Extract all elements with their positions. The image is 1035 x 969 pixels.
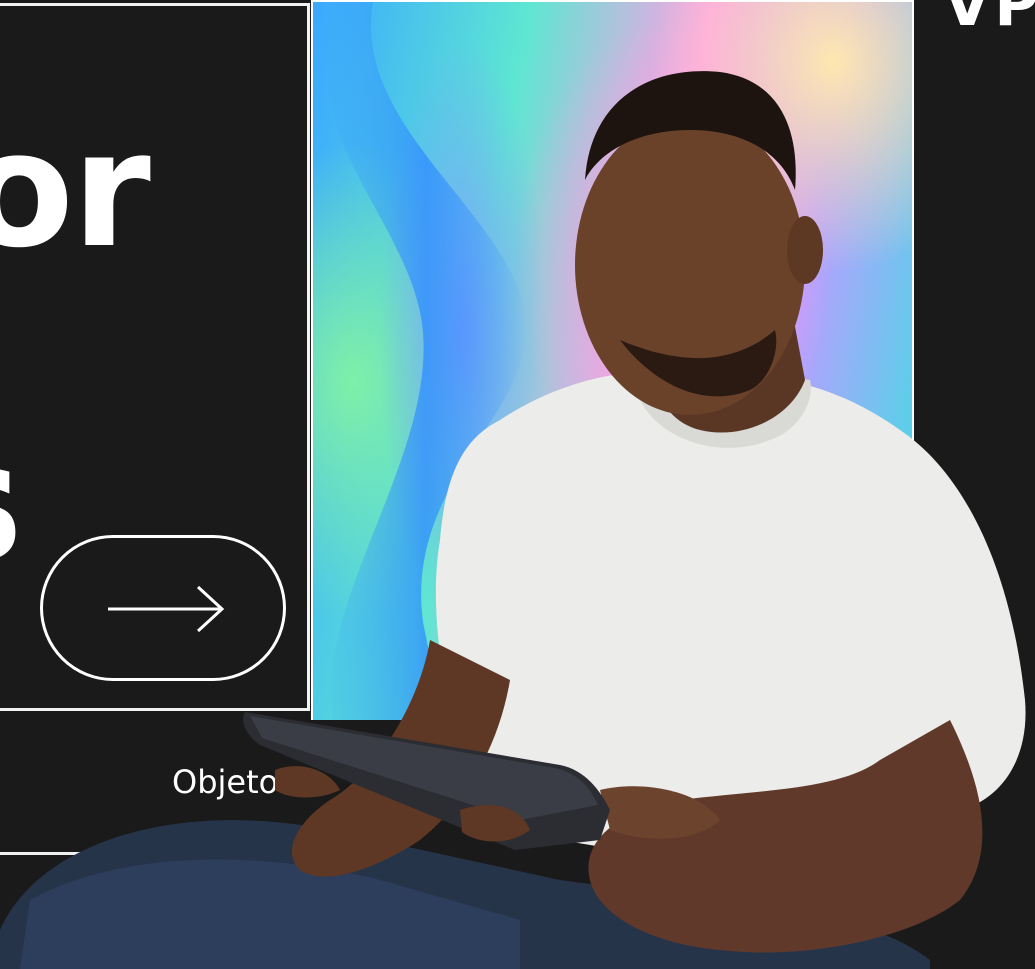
hero-banner: or s Objetos: [0, 0, 1035, 969]
person-photo: [0, 71, 1026, 969]
corner-logo-text: VPN: [944, 0, 1035, 40]
